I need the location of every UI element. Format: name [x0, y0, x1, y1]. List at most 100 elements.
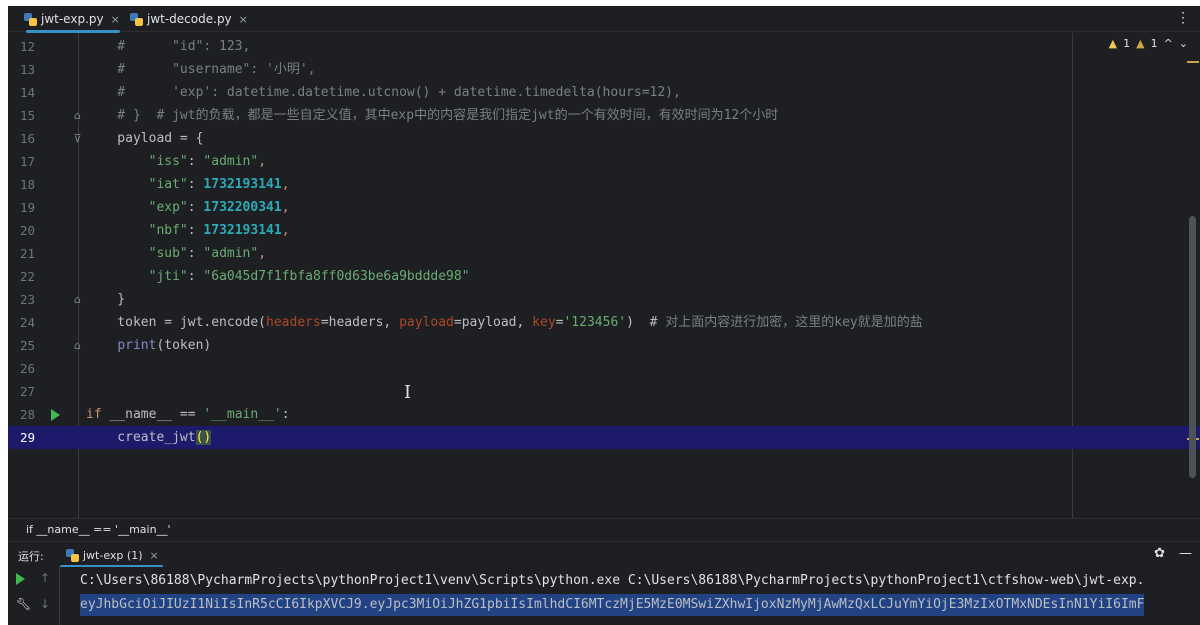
settings-gear-icon[interactable]: ✿	[1154, 546, 1165, 561]
close-icon[interactable]: ×	[239, 13, 248, 26]
line-number[interactable]: 20	[20, 219, 52, 242]
scroll-up-icon[interactable]: ↑	[40, 571, 50, 585]
code-text: # "username": '小明',	[86, 58, 315, 81]
code-token: :	[187, 154, 204, 169]
code-token: create_jwt	[86, 430, 196, 445]
code-line[interactable]: 12 # "id": 123,	[8, 35, 1200, 58]
code-text: # 'exp': datetime.datetime.utcnow() + da…	[86, 81, 681, 104]
line-number[interactable]: 18	[20, 173, 52, 196]
tab-label: jwt-exp.py	[41, 12, 104, 26]
code-line[interactable]: 18 "iat": 1732193141,	[8, 173, 1200, 196]
line-number[interactable]: 25	[20, 334, 52, 357]
next-highlight-icon[interactable]: ⌄	[1179, 37, 1188, 50]
inspection-widget[interactable]: ▲ 1 ▲ 1 ^ ⌄	[1109, 37, 1188, 50]
line-number[interactable]: 27	[20, 380, 52, 403]
code-token: # 'exp': datetime.datetime.utcnow() + da…	[86, 85, 681, 100]
code-token: # "username": '	[86, 62, 274, 77]
code-token: ,	[258, 246, 267, 261]
rerun-icon[interactable]	[16, 573, 25, 585]
code-line[interactable]: 26	[8, 357, 1200, 380]
fold-end-icon[interactable]: ⌂	[72, 109, 83, 122]
code-line[interactable]: 15 ⌂ # } # jwt的负载，都是一些自定义值，其中exp中的内容是我们指定…	[8, 104, 1200, 127]
code-token: "nbf"	[148, 223, 188, 238]
previous-highlight-icon[interactable]: ^	[1164, 37, 1173, 50]
code-line[interactable]: 19 "exp": 1732200341,	[8, 196, 1200, 219]
fold-end-icon[interactable]: ⌂	[72, 339, 83, 352]
tab-jwt-decode[interactable]: jwt-decode.py ×	[122, 6, 248, 32]
left-edge	[0, 0, 8, 625]
line-number[interactable]: 19	[20, 196, 52, 219]
code-text: # } # jwt的负载，都是一些自定义值，其中exp中的内容是我们指定jwt的…	[86, 104, 778, 127]
run-gutter-icon[interactable]	[51, 409, 60, 421]
line-number[interactable]: 22	[20, 265, 52, 288]
code-text: "jti": "6a045d7f1fbfa8ff0d63be6a9bddde98…	[86, 265, 470, 288]
line-number[interactable]: 17	[20, 150, 52, 173]
code-token: 小明	[273, 62, 300, 77]
wrench-icon[interactable]: 🔧︎	[16, 597, 31, 611]
close-icon[interactable]: ×	[149, 549, 158, 562]
line-number[interactable]: 28	[20, 403, 52, 426]
code-token: payload	[399, 315, 454, 330]
code-line[interactable]: 22 "jti": "6a045d7f1fbfa8ff0d63be6a9bddd…	[8, 265, 1200, 288]
line-number[interactable]: 12	[20, 35, 52, 58]
close-icon[interactable]: ×	[111, 13, 120, 26]
fold-end-icon[interactable]: ⌂	[72, 293, 83, 306]
code-line[interactable]: 23 ⌂ }	[8, 288, 1200, 311]
line-number[interactable]: 29	[20, 426, 52, 449]
fold-open-icon[interactable]: ⊽	[72, 132, 83, 145]
code-token: 对上面内容进行加密，这里的	[665, 315, 835, 330]
code-text: if __name__ == '__main__':	[86, 403, 290, 426]
code-line[interactable]: 14 # 'exp': datetime.datetime.utcnow() +…	[8, 81, 1200, 104]
line-number[interactable]: 24	[20, 311, 52, 334]
code-token: :	[187, 200, 204, 215]
code-line[interactable]: 20 "nbf": 1732193141,	[8, 219, 1200, 242]
code-editor[interactable]: 12 # "id": 123, 13 # "username": '小明', 14 …	[8, 33, 1200, 518]
code-token: =headers,	[320, 315, 400, 330]
code-text: print(token)	[86, 334, 211, 357]
code-token: '__main__'	[203, 407, 282, 422]
code-token: jwt	[531, 108, 555, 123]
code-token: (token)	[156, 338, 212, 353]
line-number[interactable]: 16	[20, 127, 52, 150]
code-token: 就是加的盐	[857, 315, 923, 330]
code-text: "iss": "admin",	[86, 150, 266, 173]
console-command-line: C:\Users\86188\PycharmProjects\pythonPro…	[80, 573, 1145, 588]
code-text: create_jwt()	[86, 426, 212, 449]
line-number[interactable]: 14	[20, 81, 52, 104]
code-text: "iat": 1732193141,	[86, 173, 290, 196]
code-line[interactable]: 25 ⌂ print(token)	[8, 334, 1200, 357]
line-number[interactable]: 15	[20, 104, 52, 127]
line-number[interactable]: 26	[20, 357, 52, 380]
minimize-icon[interactable]: —	[1179, 546, 1192, 561]
breadcrumb[interactable]: if __name__ == '__main__'	[8, 518, 1200, 540]
code-token: 的负载，都是一些自定义值，其中	[195, 108, 391, 123]
editor-scrollbar[interactable]	[1189, 216, 1196, 478]
code-line[interactable]: 16 ⊽ payload = {	[8, 127, 1200, 150]
code-text: token = jwt.encode(headers=headers, payl…	[86, 311, 923, 334]
code-token: "iss"	[148, 154, 188, 169]
code-line[interactable]: 27	[8, 380, 1200, 403]
console-output-line[interactable]: eyJhbGciOiJIUzI1NiIsInR5cCI6IkpXVCJ9.eyJ…	[80, 594, 1145, 616]
text-cursor-icon: I	[404, 382, 412, 403]
warning-icon: ▲	[1108, 37, 1118, 50]
scroll-down-icon[interactable]: ↓	[40, 597, 50, 611]
tab-options-icon[interactable]: ⋮	[1176, 10, 1190, 26]
run-console[interactable]: ↑ 🔧︎ ↓ C:\Users\86188\PycharmProjects\py…	[8, 567, 1200, 625]
code-line[interactable]: 28 if __name__ == '__main__':	[8, 403, 1200, 426]
code-line[interactable]: 13 # "username": '小明',	[8, 58, 1200, 81]
code-token: if	[86, 407, 102, 422]
tab-jwt-exp[interactable]: jwt-exp.py ×	[16, 6, 120, 33]
line-number[interactable]: 13	[20, 58, 52, 81]
code-line[interactable]: 24 token = jwt.encode(headers=headers, p…	[8, 311, 1200, 334]
code-line[interactable]: 17 "iss": "admin",	[8, 150, 1200, 173]
run-config-tab[interactable]: jwt-exp (1) ×	[60, 542, 163, 568]
line-number[interactable]: 23	[20, 288, 52, 311]
code-token: "iat"	[148, 177, 188, 192]
line-number[interactable]: 21	[20, 242, 52, 265]
code-line[interactable]: 21 "sub": "admin",	[8, 242, 1200, 265]
code-line[interactable]: 29 create_jwt()	[8, 426, 1200, 449]
code-text: payload = {	[86, 127, 203, 150]
